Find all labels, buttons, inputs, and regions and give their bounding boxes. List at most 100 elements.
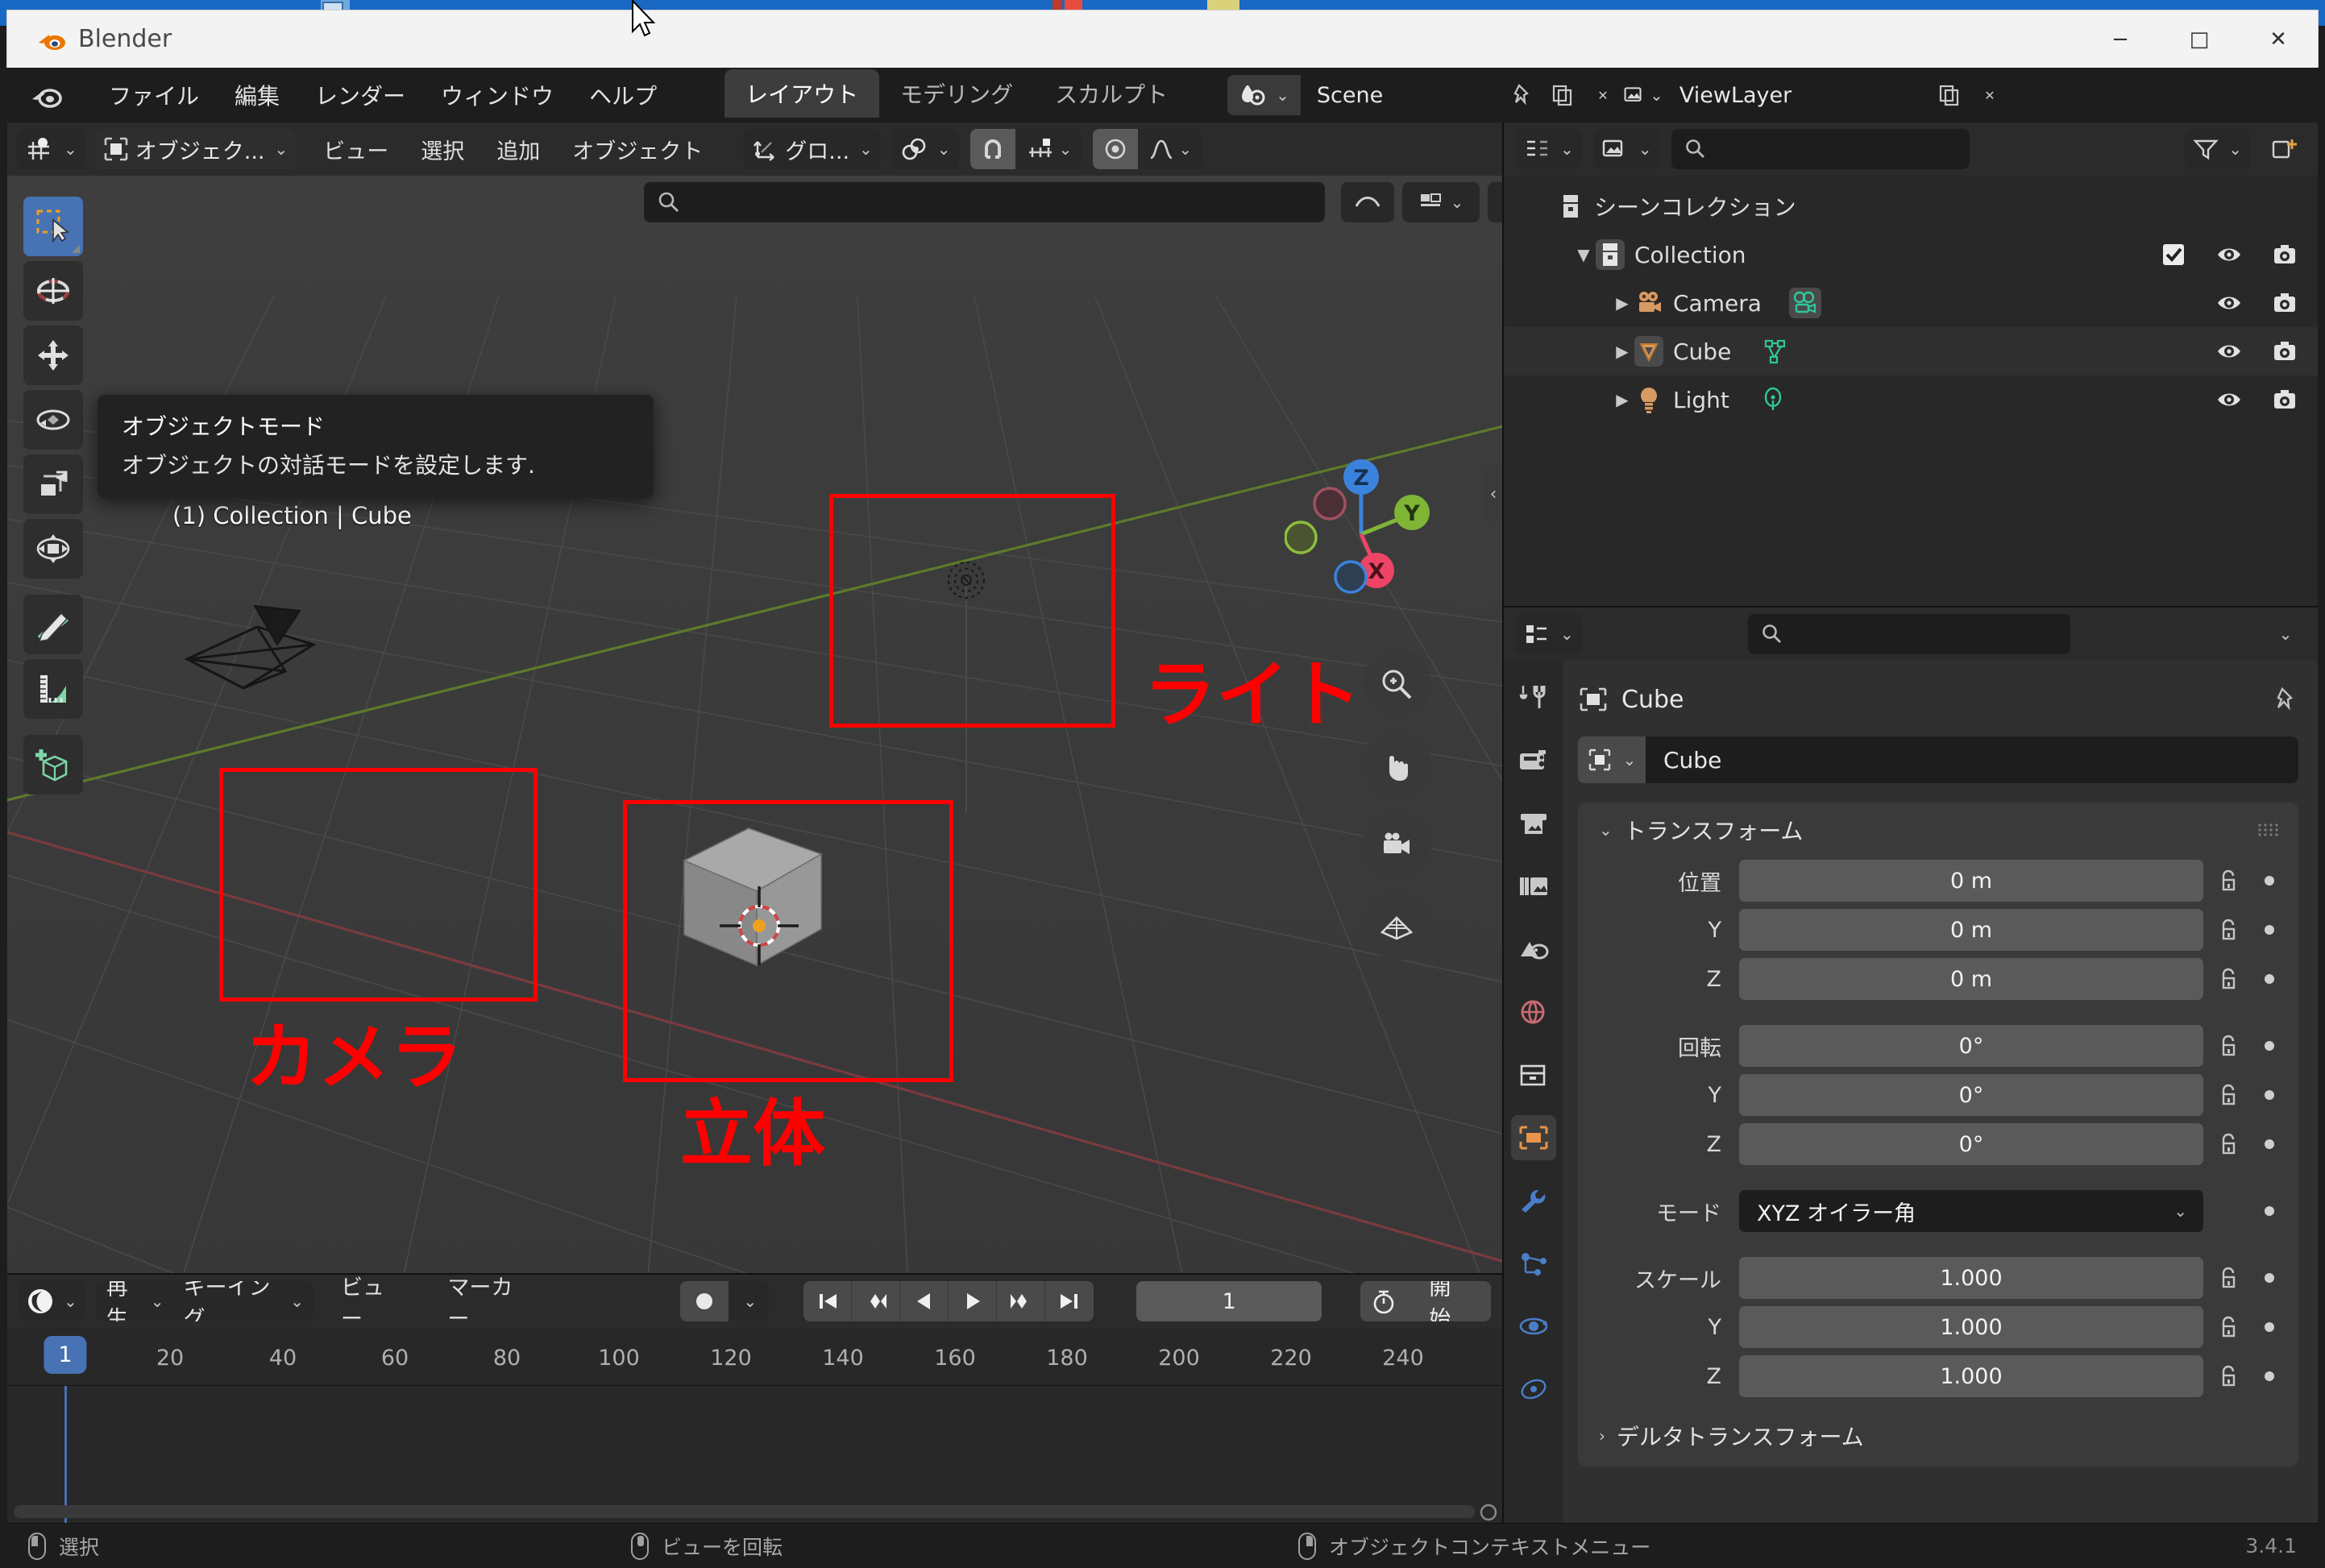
- location-x-value[interactable]: 0 m: [1739, 860, 2203, 902]
- properties-editor-type[interactable]: ⌄: [1515, 614, 1582, 654]
- delta-transform-subpanel[interactable]: › デルタトランスフォーム: [1578, 1402, 2298, 1452]
- outliner-filter-button[interactable]: ⌄: [2185, 129, 2250, 169]
- timeline-playhead[interactable]: [64, 1386, 67, 1523]
- minimize-button[interactable]: −: [2081, 10, 2160, 68]
- camera-data-icon[interactable]: [1788, 288, 1821, 318]
- snap-settings-icon[interactable]: ⌄: [1015, 129, 1082, 169]
- viewport-menu-object[interactable]: オブジェクト: [556, 131, 719, 168]
- object-name-icon[interactable]: ⌄: [1578, 736, 1646, 783]
- render-tab[interactable]: [1511, 738, 1556, 783]
- transform-panel-header[interactable]: ⌄ トランスフォーム: [1578, 814, 2298, 857]
- scene-pin-icon[interactable]: [1502, 75, 1542, 115]
- rotation-y-value[interactable]: 0°: [1739, 1074, 2203, 1116]
- object-name-input[interactable]: Cube: [1646, 736, 2298, 783]
- play-reverse-button[interactable]: [900, 1281, 949, 1321]
- outliner-search-input[interactable]: [1671, 129, 1970, 169]
- timeline-scrollbar[interactable]: [14, 1505, 1475, 1518]
- menu-help[interactable]: ヘルプ: [571, 74, 675, 116]
- start-frame-label-box[interactable]: 開始: [1408, 1281, 1492, 1321]
- outliner-row-cube[interactable]: ▶ Cube: [1504, 327, 2318, 375]
- rotation-z-value[interactable]: 0°: [1739, 1123, 2203, 1165]
- falloff-curve-icon[interactable]: ⌄: [1138, 129, 1202, 169]
- scene-unlink-icon[interactable]: ✕: [1583, 75, 1623, 115]
- view-layer-remove-icon[interactable]: ✕: [1970, 75, 2010, 115]
- outliner-display-mode[interactable]: ⌄: [1592, 129, 1660, 169]
- ortho-perspective-icon[interactable]: [1362, 891, 1431, 960]
- scale-x-animate-dot[interactable]: [2253, 1273, 2286, 1283]
- scale-tool[interactable]: [23, 454, 83, 514]
- snap-controls[interactable]: ⌄: [969, 129, 1082, 169]
- modifiers-tab[interactable]: [1511, 1178, 1556, 1223]
- view-layer-new-icon[interactable]: [1929, 75, 1970, 115]
- location-x-lock-icon[interactable]: [2203, 869, 2253, 893]
- transform-tool[interactable]: [23, 519, 83, 579]
- collection-disclosure-icon[interactable]: ▼: [1571, 245, 1596, 264]
- prev-keyframe-button[interactable]: [852, 1281, 901, 1321]
- viewport-3d[interactable]: ライト カメラ 立体 (1) Collection | Cube ⌄ オブジェク…: [7, 176, 1502, 1273]
- scale-x-value[interactable]: 1.000: [1739, 1257, 2203, 1299]
- snap-magnet-icon[interactable]: [969, 129, 1015, 169]
- chevron-right-icon-delta[interactable]: ›: [1599, 1426, 1605, 1446]
- auto-keying-icon[interactable]: [679, 1281, 729, 1321]
- camera-view-icon[interactable]: [1362, 811, 1431, 880]
- timeline-menu-view[interactable]: ビュー: [325, 1267, 420, 1336]
- tab-sculpting[interactable]: スカルプト: [1034, 69, 1189, 118]
- close-button[interactable]: ✕: [2239, 10, 2318, 68]
- scale-y-value[interactable]: 1.000: [1739, 1306, 2203, 1348]
- scale-y-lock-icon[interactable]: [2203, 1315, 2253, 1339]
- rotation-mode-value[interactable]: XYZ オイラー角 ⌄: [1739, 1190, 2203, 1232]
- outliner-row-scene-collection[interactable]: シーンコレクション: [1504, 182, 2318, 230]
- cube-disclosure-icon[interactable]: ▶: [1610, 342, 1634, 361]
- rotation-z-lock-icon[interactable]: [2203, 1132, 2253, 1156]
- constraints-tab[interactable]: [1511, 1367, 1556, 1412]
- view-layer-tab[interactable]: [1511, 864, 1556, 909]
- rotation-mode-animate-dot[interactable]: [2253, 1206, 2286, 1216]
- annotate-tool[interactable]: [23, 595, 83, 654]
- cube-render-camera-icon[interactable]: [2273, 340, 2297, 363]
- scale-x-lock-icon[interactable]: [2203, 1266, 2253, 1290]
- light-render-camera-icon[interactable]: [2273, 388, 2297, 411]
- outliner-row-camera[interactable]: ▶ Camera: [1504, 279, 2318, 327]
- location-y-animate-dot[interactable]: [2253, 925, 2286, 935]
- collection-tab[interactable]: [1511, 1052, 1556, 1097]
- measure-tool[interactable]: [23, 659, 83, 719]
- pivot-point-selector[interactable]: ⌄: [891, 129, 959, 169]
- location-z-animate-dot[interactable]: [2253, 974, 2286, 984]
- scale-z-animate-dot[interactable]: [2253, 1371, 2286, 1381]
- world-tab[interactable]: [1511, 989, 1556, 1035]
- properties-options-button[interactable]: ⌄: [2261, 624, 2306, 644]
- zoom-icon[interactable]: [1362, 649, 1431, 719]
- interaction-mode-selector[interactable]: オブジェク... ⌄: [94, 129, 297, 169]
- camera-render-camera-icon[interactable]: [2273, 292, 2297, 314]
- scale-z-value[interactable]: 1.000: [1739, 1355, 2203, 1397]
- keying-menu[interactable]: キーイング ⌄: [174, 1281, 314, 1321]
- timeline-editor-type[interactable]: ⌄: [19, 1281, 85, 1321]
- cursor-tool[interactable]: [23, 261, 83, 321]
- outliner-new-collection-button[interactable]: [2261, 129, 2306, 169]
- play-button[interactable]: [949, 1281, 998, 1321]
- rotation-y-lock-icon[interactable]: [2203, 1083, 2253, 1107]
- outliner-tree[interactable]: シーンコレクション ▼ Collection ▶ Camera ▶ Cube ▶…: [1504, 176, 2318, 606]
- blender-menu-icon[interactable]: [28, 77, 64, 113]
- menu-file[interactable]: ファイル: [91, 74, 217, 116]
- tweak-select-tool[interactable]: [23, 197, 83, 256]
- chevron-down-icon-transform[interactable]: ⌄: [1599, 820, 1613, 840]
- playback-menu[interactable]: 再生 ⌄: [97, 1281, 174, 1321]
- move-tool[interactable]: [23, 326, 83, 385]
- location-z-lock-icon[interactable]: [2203, 967, 2253, 991]
- light-disclosure-icon[interactable]: ▶: [1610, 390, 1634, 409]
- camera-visibility-eye-icon[interactable]: [2216, 292, 2242, 313]
- scene-name[interactable]: Scene: [1300, 75, 1502, 115]
- properties-pin-icon[interactable]: [2273, 687, 2298, 712]
- camera-object[interactable]: [181, 595, 382, 732]
- cube-visibility-eye-icon[interactable]: [2216, 341, 2242, 362]
- xray-toggle-icon[interactable]: [1488, 182, 1502, 222]
- current-frame-field[interactable]: 1: [1136, 1281, 1322, 1321]
- tab-layout[interactable]: レイアウト: [724, 69, 880, 118]
- jump-to-start-button[interactable]: [803, 1281, 853, 1321]
- rotate-tool[interactable]: [23, 390, 83, 450]
- particles-tab[interactable]: [1511, 1241, 1556, 1286]
- scene-browse-icon[interactable]: ⌄: [1227, 75, 1301, 115]
- rotation-y-animate-dot[interactable]: [2253, 1090, 2286, 1100]
- object-name-field[interactable]: ⌄ Cube: [1578, 736, 2298, 783]
